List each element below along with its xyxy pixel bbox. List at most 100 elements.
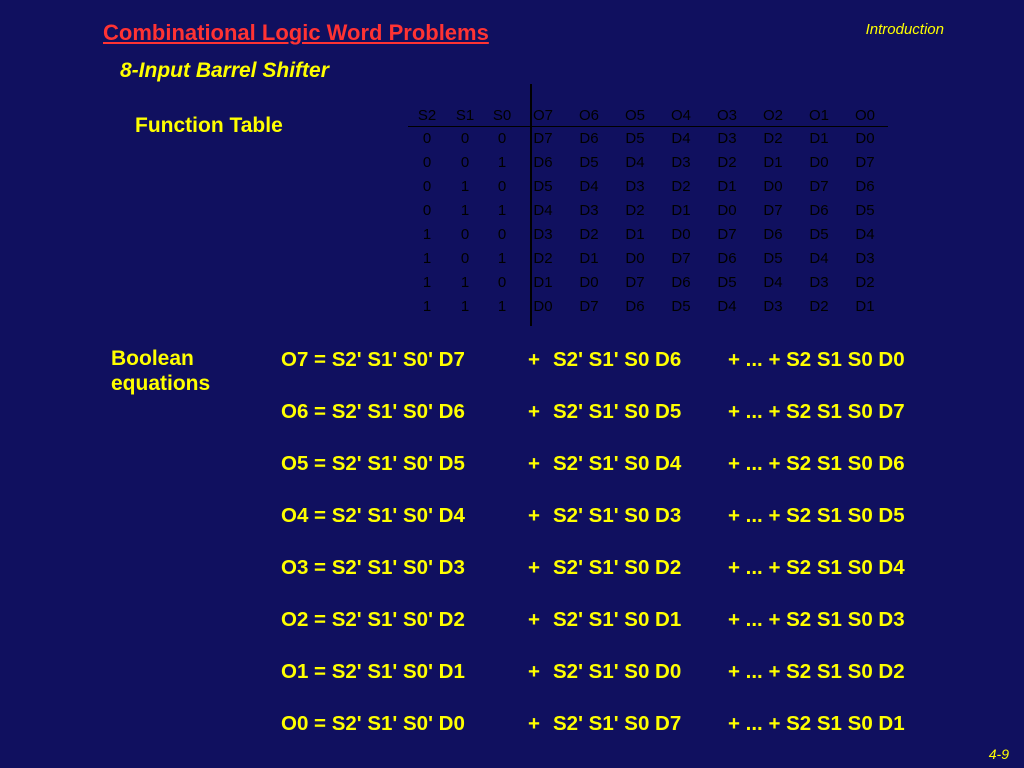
output-cell: D7 bbox=[717, 226, 737, 243]
equation-plus: + bbox=[528, 452, 540, 475]
output-cell: D1 bbox=[855, 298, 875, 315]
select-cell: 1 bbox=[422, 298, 432, 315]
slide-title: Combinational Logic Word Problems bbox=[103, 20, 489, 45]
table-row: 0 1 1 D4 D3 D2 D1 D0 D7 D6 D5 bbox=[408, 199, 888, 223]
output-cell: D6 bbox=[717, 250, 737, 267]
equation-mid: S2' S1' S0 D6 bbox=[553, 348, 682, 371]
slide-subtitle: 8-Input Barrel Shifter bbox=[120, 59, 329, 82]
equation-mid: S2' S1' S0 D5 bbox=[553, 400, 682, 423]
output-cell: D3 bbox=[717, 130, 737, 147]
equation-tail: + ... + S2 S1 S0 D5 bbox=[728, 504, 905, 527]
header-s1: S1 bbox=[446, 106, 484, 127]
output-cell: D5 bbox=[671, 298, 691, 315]
select-cell: 0 bbox=[460, 250, 470, 267]
equation-mid: S2' S1' S0 D4 bbox=[553, 452, 682, 475]
output-cell: D7 bbox=[625, 274, 645, 291]
boolean-label-line2: equations bbox=[111, 372, 211, 395]
select-cell: 0 bbox=[422, 178, 432, 195]
output-cell: D4 bbox=[533, 202, 553, 219]
equation-tail: + ... + S2 S1 S0 D6 bbox=[728, 452, 905, 475]
select-cell: 0 bbox=[460, 130, 470, 147]
output-cell: D0 bbox=[625, 250, 645, 267]
output-cell: D0 bbox=[671, 226, 691, 243]
function-table: S2 S1 S0 O7 O6 O5 O4 O3 O2 O1 O0 0 0 0 D7 D6… bbox=[408, 106, 888, 319]
select-cell: 1 bbox=[422, 226, 432, 243]
select-cell: 1 bbox=[460, 298, 470, 315]
equation-tail: + ... + S2 S1 S0 D4 bbox=[728, 556, 905, 579]
equation-list: O7 = S2' S1' S0' D7 + S2' S1' S0 D6 + ... +… bbox=[281, 346, 905, 762]
output-cell: D5 bbox=[625, 130, 645, 147]
output-cell: D0 bbox=[855, 130, 875, 147]
output-cell: D3 bbox=[579, 202, 599, 219]
output-cell: D7 bbox=[579, 298, 599, 315]
equation-tail: + ... + S2 S1 S0 D2 bbox=[728, 660, 905, 683]
select-cell: 0 bbox=[422, 130, 432, 147]
function-table-container: S2 S1 S0 O7 O6 O5 O4 O3 O2 O1 O0 0 0 0 D7 D6… bbox=[408, 106, 888, 319]
output-cell: D1 bbox=[671, 202, 691, 219]
equation-mid: S2' S1' S0 D1 bbox=[553, 608, 682, 631]
output-cell: D5 bbox=[533, 178, 553, 195]
output-cell: D3 bbox=[671, 154, 691, 171]
output-cell: D5 bbox=[855, 202, 875, 219]
equation-plus: + bbox=[528, 556, 540, 579]
equation-plus: + bbox=[528, 712, 540, 735]
output-cell: D3 bbox=[533, 226, 553, 243]
select-cell: 0 bbox=[460, 226, 470, 243]
boolean-equation: O5 = S2' S1' S0' D5 + S2' S1' S0 D4 + ... +… bbox=[281, 450, 905, 502]
select-cell: 1 bbox=[497, 298, 507, 315]
output-cell: D6 bbox=[579, 130, 599, 147]
select-cell: 0 bbox=[497, 178, 507, 195]
output-cell: D2 bbox=[533, 250, 553, 267]
select-cell: 1 bbox=[460, 202, 470, 219]
function-table-label: Function Table bbox=[135, 114, 283, 137]
output-cell: D0 bbox=[579, 274, 599, 291]
page-number: 4-9 bbox=[988, 746, 1009, 762]
output-cell: D5 bbox=[809, 226, 829, 243]
output-cell: D3 bbox=[625, 178, 645, 195]
table-row: 1 0 1 D2 D1 D0 D7 D6 D5 D4 D3 bbox=[408, 247, 888, 271]
table-row: 1 1 0 D1 D0 D7 D6 D5 D4 D3 D2 bbox=[408, 271, 888, 295]
boolean-equation: O1 = S2' S1' S0' D1 + S2' S1' S0 D0 + ... +… bbox=[281, 658, 905, 710]
equation-mid: S2' S1' S0 D3 bbox=[553, 504, 682, 527]
header-o3: O3 bbox=[704, 106, 750, 127]
section-label: Introduction bbox=[865, 21, 944, 38]
select-cell: 1 bbox=[460, 178, 470, 195]
equation-plus: + bbox=[528, 608, 540, 631]
output-cell: D1 bbox=[763, 154, 783, 171]
output-cell: D3 bbox=[809, 274, 829, 291]
output-cell: D5 bbox=[763, 250, 783, 267]
select-cell: 0 bbox=[497, 274, 507, 291]
output-cell: D4 bbox=[579, 178, 599, 195]
select-cell: 1 bbox=[422, 250, 432, 267]
table-row: 0 0 0 D7 D6 D5 D4 D3 D2 D1 D0 bbox=[408, 127, 888, 152]
output-cell: D6 bbox=[763, 226, 783, 243]
equation-plus: + bbox=[528, 348, 540, 371]
select-cell: 0 bbox=[497, 226, 507, 243]
output-cell: D4 bbox=[855, 226, 875, 243]
output-cell: D5 bbox=[579, 154, 599, 171]
equation-lhs: O0 = S2' S1' S0' D0 bbox=[281, 712, 465, 735]
equation-mid: S2' S1' S0 D7 bbox=[553, 712, 682, 735]
select-cell: 0 bbox=[460, 154, 470, 171]
header-o4: O4 bbox=[658, 106, 704, 127]
header-s0: S0 bbox=[484, 106, 520, 127]
equation-lhs: O7 = S2' S1' S0' D7 bbox=[281, 348, 465, 371]
equation-lhs: O3 = S2' S1' S0' D3 bbox=[281, 556, 465, 579]
select-cell: 1 bbox=[497, 154, 507, 171]
output-cell: D6 bbox=[533, 154, 553, 171]
output-cell: D6 bbox=[671, 274, 691, 291]
equation-mid: S2' S1' S0 D0 bbox=[553, 660, 682, 683]
table-row: 0 1 0 D5 D4 D3 D2 D1 D0 D7 D6 bbox=[408, 175, 888, 199]
boolean-equation: O6 = S2' S1' S0' D6 + S2' S1' S0 D5 + ... +… bbox=[281, 398, 905, 450]
table-header-row: S2 S1 S0 O7 O6 O5 O4 O3 O2 O1 O0 bbox=[408, 106, 888, 127]
equation-tail: + ... + S2 S1 S0 D0 bbox=[728, 348, 905, 371]
boolean-label-line1: Boolean bbox=[111, 347, 194, 370]
output-cell: D2 bbox=[717, 154, 737, 171]
output-cell: D7 bbox=[763, 202, 783, 219]
header-o7: O7 bbox=[520, 106, 566, 127]
output-cell: D2 bbox=[855, 274, 875, 291]
output-cell: D3 bbox=[855, 250, 875, 267]
boolean-equation: O3 = S2' S1' S0' D3 + S2' S1' S0 D2 + ... +… bbox=[281, 554, 905, 606]
output-cell: D1 bbox=[579, 250, 599, 267]
output-cell: D3 bbox=[763, 298, 783, 315]
